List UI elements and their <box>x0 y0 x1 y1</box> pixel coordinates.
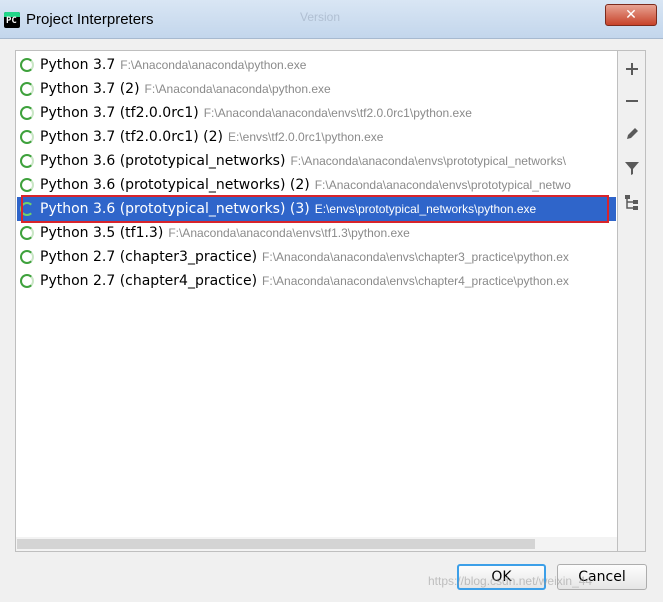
background-window-title: Version <box>300 10 341 24</box>
list-item[interactable]: Python 3.7 F:\Anaconda\anaconda\python.ex… <box>17 53 616 77</box>
cancel-button[interactable]: Cancel <box>557 564 647 590</box>
interpreter-status-icon <box>20 106 34 120</box>
interpreter-name: Python 2.7 (chapter4_practice) <box>40 273 258 289</box>
interpreter-status-icon <box>20 178 34 192</box>
interpreter-toolbar <box>617 50 646 552</box>
list-item[interactable]: Python 3.7 (tf2.0.0rc1) (2) E:\envs\tf2.0… <box>17 125 616 149</box>
list-item[interactable]: Python 2.7 (chapter4_practice) F:\Anacond… <box>17 269 616 293</box>
interpreter-name: Python 3.7 (tf2.0.0rc1) (2) <box>40 129 223 145</box>
interpreter-status-icon <box>20 274 34 288</box>
horizontal-scrollbar[interactable] <box>16 537 617 551</box>
interpreter-name: Python 3.6 (prototypical_networks) (2) <box>40 177 310 193</box>
interpreter-name: Python 3.7 (tf2.0.0rc1) <box>40 105 199 121</box>
list-item[interactable]: Python 3.5 (tf1.3) F:\Anaconda\anaconda\e… <box>17 221 616 245</box>
interpreter-path: F:\Anaconda\anaconda\python.exe <box>120 58 307 72</box>
interpreter-path: F:\Anaconda\anaconda\python.exe <box>144 82 331 96</box>
list-item[interactable]: Python 2.7 (chapter3_practice) F:\Anacond… <box>17 245 616 269</box>
interpreter-path: F:\Anaconda\anaconda\envs\tf2.0.0rc1\pyt… <box>203 106 472 120</box>
interpreter-name: Python 3.7 <box>40 57 116 73</box>
interpreter-list[interactable]: Python 3.7 F:\Anaconda\anaconda\python.ex… <box>15 50 618 552</box>
list-item-selected[interactable]: Python 3.6 (prototypical_networks) (3) E:… <box>17 197 616 221</box>
interpreter-path: E:\envs\prototypical_networks\python.exe <box>314 202 537 216</box>
interpreter-status-icon <box>20 250 34 264</box>
title-bar: PC Project Interpreters Version ✕ <box>0 0 663 39</box>
tree-icon[interactable] <box>622 192 642 212</box>
window-title: Project Interpreters <box>26 11 154 28</box>
interpreter-status-icon <box>20 202 34 216</box>
pycharm-icon: PC <box>4 12 20 28</box>
interpreter-status-icon <box>20 226 34 240</box>
interpreter-status-icon <box>20 154 34 168</box>
list-item[interactable]: Python 3.7 (2) F:\Anaconda\anaconda\pytho… <box>17 77 616 101</box>
interpreter-name: Python 2.7 (chapter3_practice) <box>40 249 258 265</box>
interpreter-path: F:\Anaconda\anaconda\envs\prototypical_n… <box>290 154 566 168</box>
interpreter-status-icon <box>20 82 34 96</box>
add-icon[interactable] <box>622 59 642 79</box>
remove-icon[interactable] <box>622 91 642 111</box>
interpreter-name: Python 3.6 (prototypical_networks) (3) <box>40 201 310 217</box>
list-item[interactable]: Python 3.7 (tf2.0.0rc1) F:\Anaconda\anaco… <box>17 101 616 125</box>
interpreter-name: Python 3.5 (tf1.3) <box>40 225 164 241</box>
interpreter-path: E:\envs\tf2.0.0rc1\python.exe <box>228 130 384 144</box>
interpreter-name: Python 3.6 (prototypical_networks) <box>40 153 286 169</box>
ok-button[interactable]: OK <box>457 564 546 590</box>
interpreter-path: F:\Anaconda\anaconda\envs\prototypical_n… <box>314 178 571 192</box>
interpreter-status-icon <box>20 130 34 144</box>
list-item[interactable]: Python 3.6 (prototypical_networks) (2) F:… <box>17 173 616 197</box>
interpreter-status-icon <box>20 58 34 72</box>
interpreter-path: F:\Anaconda\anaconda\envs\chapter3_pract… <box>262 250 569 264</box>
interpreter-path: F:\Anaconda\anaconda\envs\chapter4_pract… <box>262 274 569 288</box>
interpreter-name: Python 3.7 (2) <box>40 81 140 97</box>
edit-icon[interactable] <box>622 124 642 144</box>
interpreter-path: F:\Anaconda\anaconda\envs\tf1.3\python.e… <box>168 226 410 240</box>
scrollbar-thumb[interactable] <box>17 539 535 549</box>
close-button[interactable]: ✕ <box>605 4 657 26</box>
list-item[interactable]: Python 3.6 (prototypical_networks) F:\Ana… <box>17 149 616 173</box>
filter-icon[interactable] <box>622 158 642 178</box>
